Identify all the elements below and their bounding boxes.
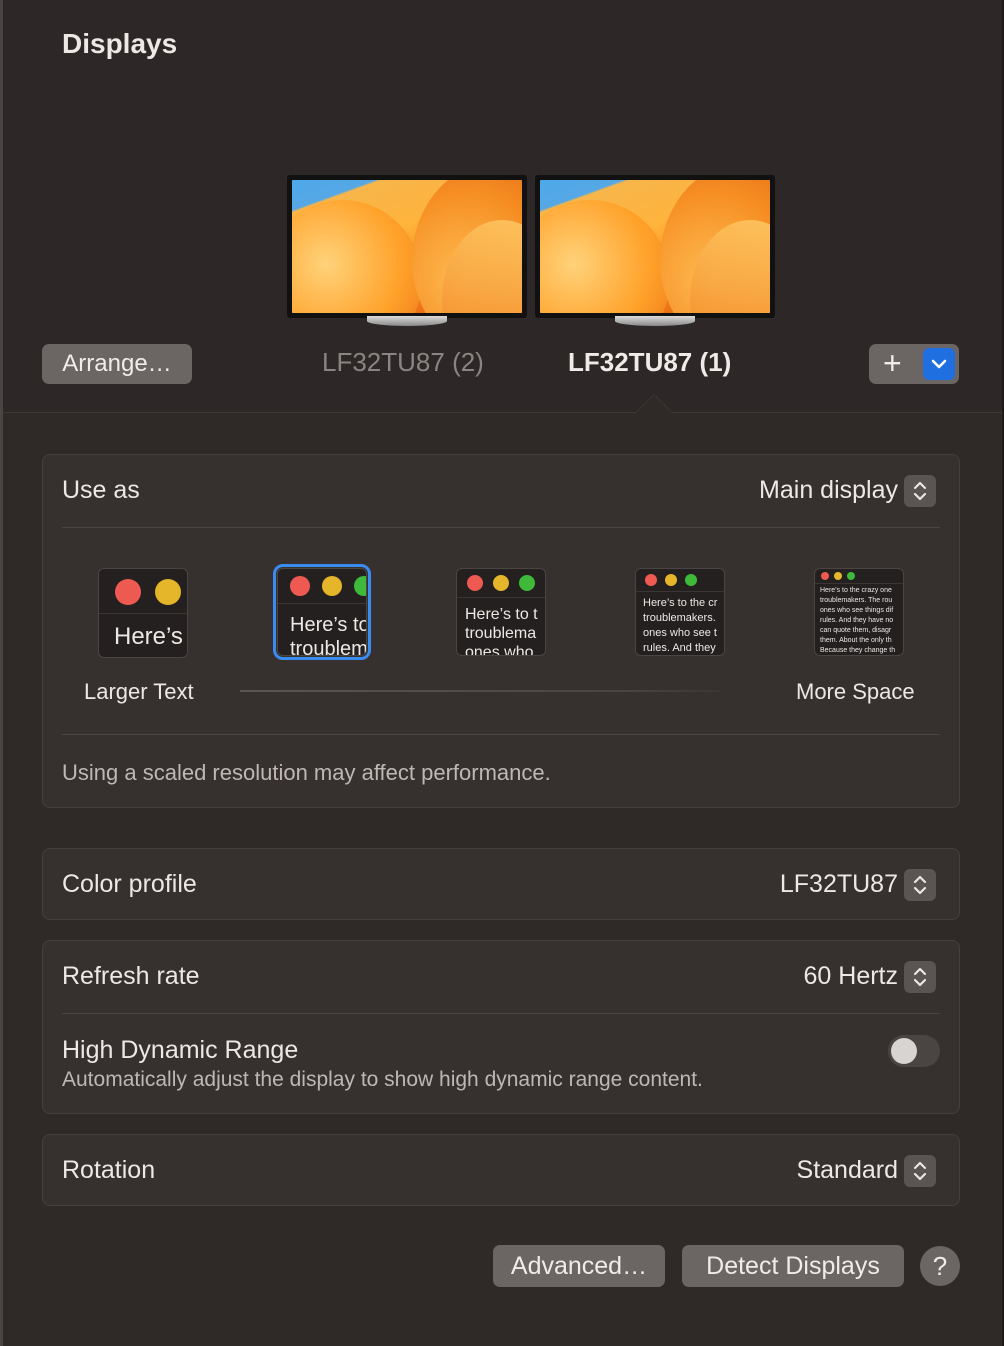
- close-dot: [645, 574, 657, 586]
- color-profile-label: Color profile: [62, 870, 197, 898]
- larger-text-label: Larger Text: [84, 679, 194, 704]
- advanced-button[interactable]: Advanced…: [493, 1245, 665, 1287]
- display-tab-1[interactable]: LF32TU87 (1): [568, 347, 731, 378]
- preview-text: Here’s to t troublema ones who: [465, 606, 538, 656]
- use-as-value[interactable]: Main display: [759, 476, 898, 505]
- performance-note: Using a scaled resolution may affect per…: [62, 760, 551, 785]
- zoom-dot: [685, 574, 697, 586]
- resolution-slider-track[interactable]: [240, 690, 720, 692]
- zoom-dot: [354, 576, 366, 596]
- divider: [62, 1013, 940, 1014]
- help-button[interactable]: ?: [920, 1246, 960, 1286]
- resolution-option-2[interactable]: Here’s to troublem: [277, 568, 367, 656]
- refresh-rate-label: Refresh rate: [62, 962, 200, 990]
- divider: [62, 734, 940, 735]
- preview-text: Here’s to the cr troublemakers. ones who…: [643, 597, 718, 654]
- minimize-dot: [322, 576, 342, 596]
- updown-chevron-icon: [913, 1161, 927, 1181]
- updown-chevron-icon: [913, 481, 927, 501]
- zoom-dot: [847, 572, 855, 580]
- display-thumbnail-1[interactable]: [535, 175, 775, 326]
- resolution-option-4[interactable]: Here’s to the cr troublemakers. ones who…: [635, 568, 725, 656]
- resolution-option-5[interactable]: Here’s to the crazy one troublemakers. T…: [814, 568, 904, 656]
- updown-chevron-icon: [913, 875, 927, 895]
- minimize-dot: [493, 575, 509, 591]
- refresh-rate-stepper[interactable]: [904, 961, 936, 993]
- close-dot: [290, 576, 310, 596]
- color-profile-stepper[interactable]: [904, 869, 936, 901]
- wallpaper-preview: [540, 180, 770, 313]
- monitor-stand: [367, 316, 447, 326]
- detect-displays-button[interactable]: Detect Displays: [682, 1245, 904, 1287]
- hdr-toggle[interactable]: [888, 1035, 940, 1067]
- toggle-knob: [891, 1038, 917, 1064]
- use-as-stepper[interactable]: [904, 475, 936, 507]
- updown-chevron-icon: [913, 967, 927, 987]
- close-dot: [115, 579, 141, 605]
- add-display-button[interactable]: +: [883, 347, 902, 379]
- add-display-dropdown[interactable]: [923, 348, 955, 380]
- display-thumbnail-2[interactable]: [287, 175, 527, 326]
- zoom-dot: [519, 575, 535, 591]
- rotation-stepper[interactable]: [904, 1155, 936, 1187]
- rotation-label: Rotation: [62, 1156, 156, 1184]
- resolution-option-1[interactable]: Here’s: [98, 568, 188, 658]
- close-dot: [821, 572, 829, 580]
- wallpaper-preview: [292, 180, 522, 313]
- use-as-label: Use as: [62, 476, 140, 504]
- close-dot: [467, 575, 483, 591]
- refresh-rate-value[interactable]: 60 Hertz: [804, 962, 898, 991]
- arrange-button[interactable]: Arrange…: [42, 344, 192, 384]
- preview-text: Here’s: [114, 623, 183, 650]
- preview-text: Here’s to the crazy one troublemakers. T…: [820, 587, 896, 654]
- more-space-label: More Space: [796, 679, 915, 704]
- color-profile-value[interactable]: LF32TU87: [780, 870, 898, 899]
- divider: [62, 527, 940, 528]
- hdr-label: High Dynamic Range: [62, 1036, 299, 1064]
- page-title: Displays: [62, 28, 178, 59]
- minimize-dot: [665, 574, 677, 586]
- rotation-value[interactable]: Standard: [797, 1156, 898, 1185]
- preview-text: Here’s to troublem: [290, 614, 367, 656]
- minimize-dot: [155, 579, 181, 605]
- selection-caret: [634, 394, 674, 414]
- chevron-down-icon: [931, 359, 947, 369]
- monitor-stand: [615, 316, 695, 326]
- minimize-dot: [834, 572, 842, 580]
- resolution-option-3[interactable]: Here’s to t troublema ones who: [456, 568, 546, 656]
- display-tab-2[interactable]: LF32TU87 (2): [322, 347, 484, 378]
- hdr-description: Automatically adjust the display to show…: [62, 1068, 703, 1091]
- add-display-group: +: [869, 344, 959, 384]
